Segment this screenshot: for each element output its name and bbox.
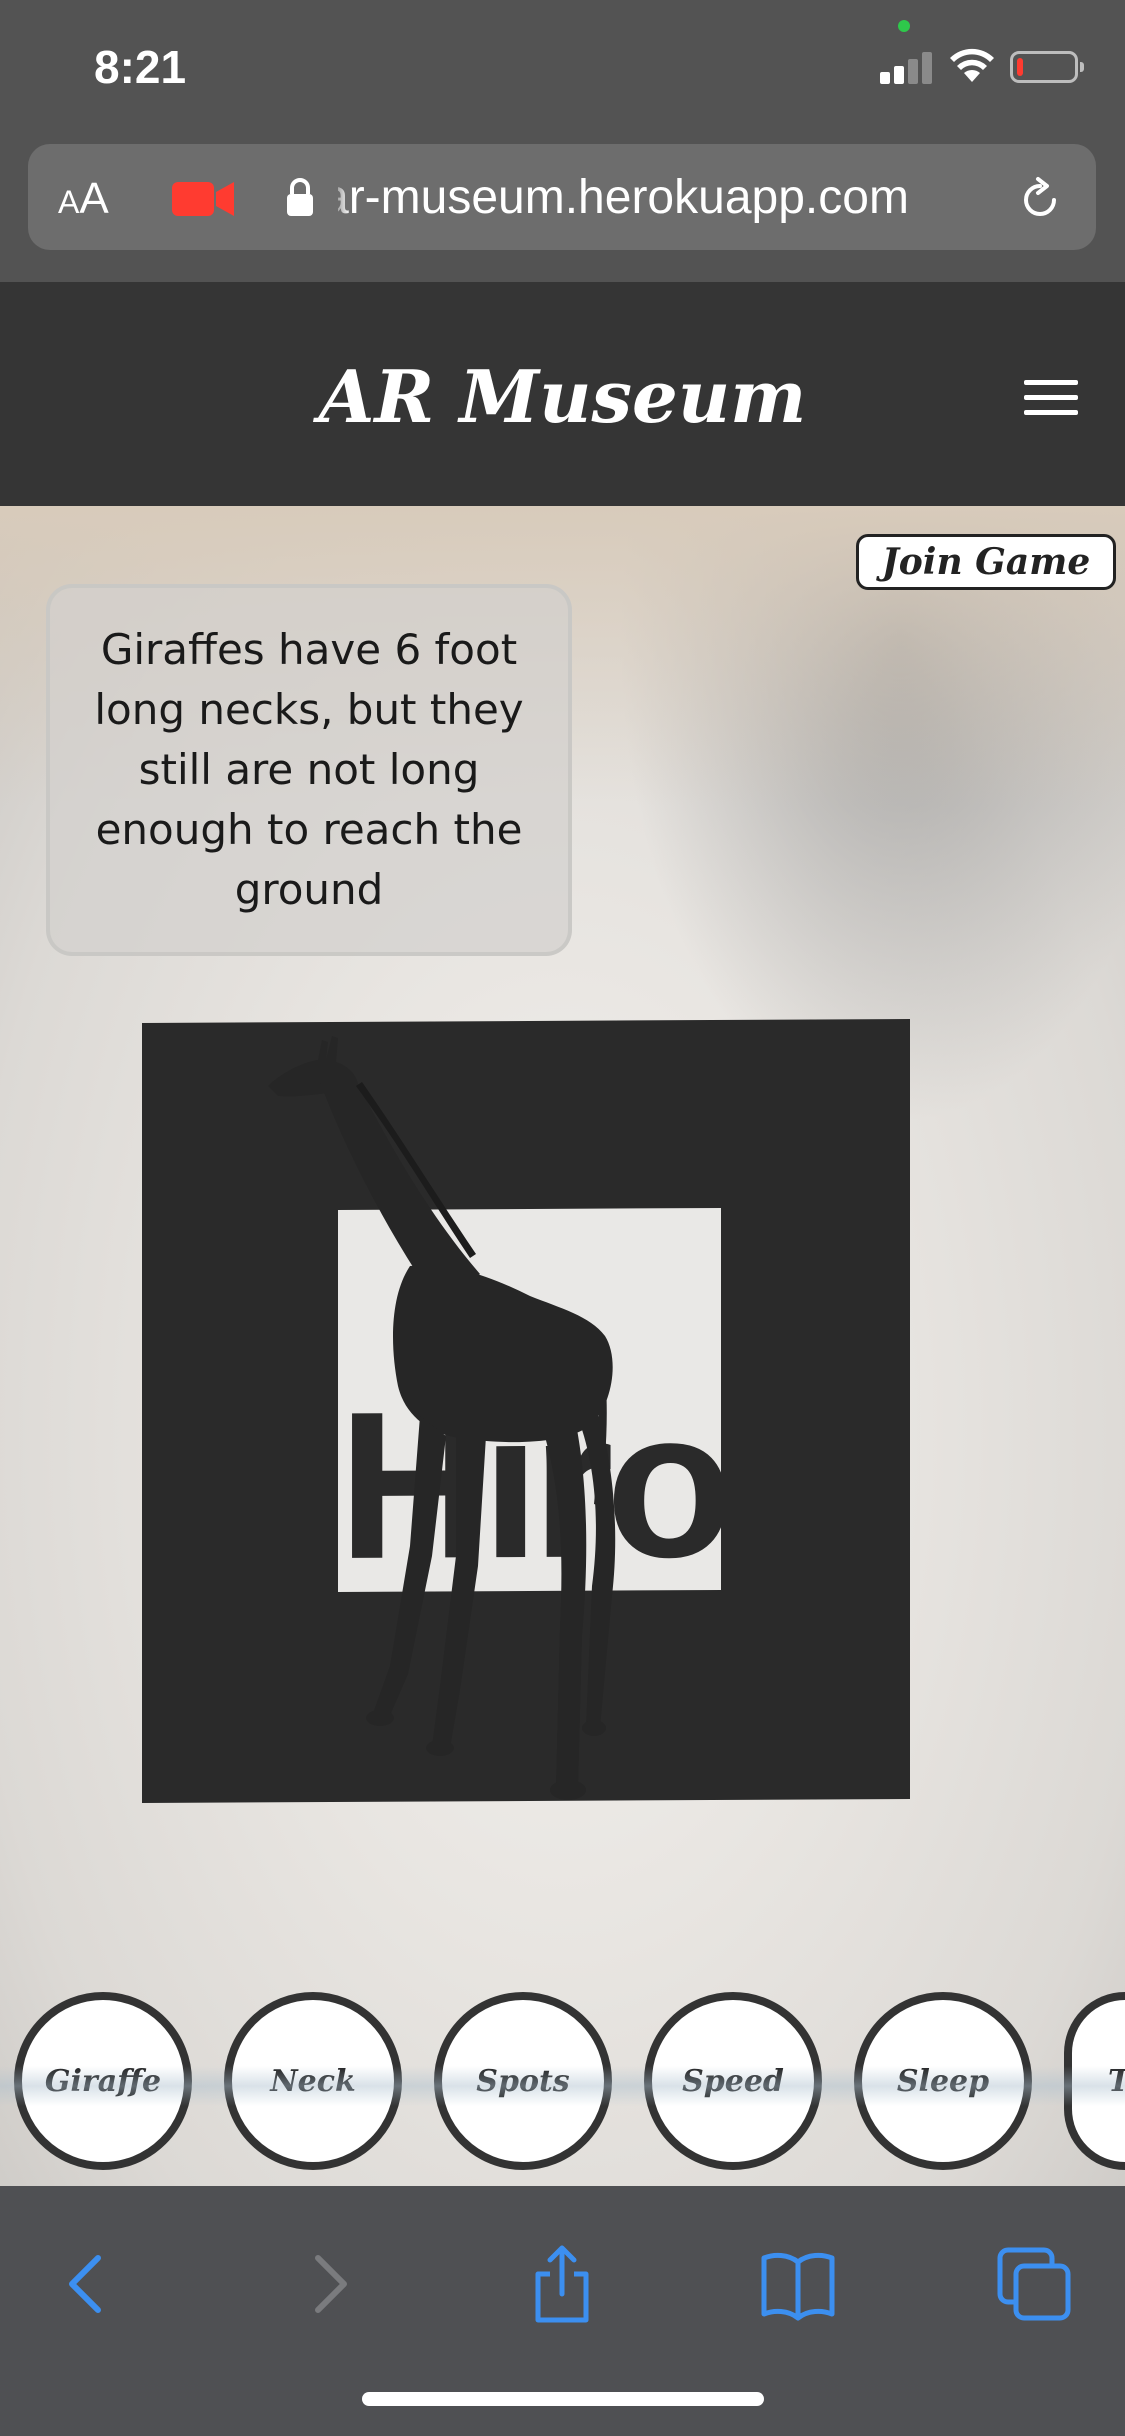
fact-buttons-row: Giraffe Neck Spots Speed Sleep T [0, 1992, 1125, 2172]
url-text[interactable]: ar-museum.herokuapp.com [338, 170, 1028, 226]
status-time: 8:21 [94, 41, 187, 93]
url-fade [330, 176, 350, 222]
giraffe-3d-model [268, 1036, 616, 1800]
camera-in-use-indicator [898, 20, 910, 32]
fact-button-spots[interactable]: Spots [434, 1992, 612, 2170]
site-header: AR Museum [0, 282, 1125, 506]
tabs-icon[interactable] [994, 2244, 1074, 2324]
battery-level [1017, 58, 1023, 76]
aa-small-glyph: A [58, 184, 80, 220]
status-bar: 8:21 [0, 0, 1125, 140]
camera-recording-icon[interactable] [172, 180, 236, 218]
fact-button-neck[interactable]: Neck [224, 1992, 402, 2170]
wifi-icon [950, 48, 994, 82]
fact-button-sleep[interactable]: Sleep [854, 1992, 1032, 2170]
cellular-signal-icon [880, 50, 934, 84]
site-title: AR Museum [318, 354, 807, 439]
fact-button-partial[interactable]: T [1064, 1992, 1125, 2170]
reload-icon[interactable] [1016, 176, 1064, 224]
bookmarks-icon[interactable] [758, 2244, 838, 2324]
fact-button-giraffe[interactable]: Giraffe [14, 1992, 192, 2170]
back-icon[interactable] [48, 2244, 128, 2324]
share-icon[interactable] [522, 2244, 602, 2324]
ar-camera-view[interactable]: Hiro Join Game Giraffes have 6 foot long… [0, 506, 1125, 2186]
aa-large-glyph: A [79, 174, 109, 223]
fact-text: Giraffes have 6 foot long necks, but the… [94, 625, 524, 914]
home-indicator[interactable] [362, 2392, 764, 2406]
browser-address-area: AA ar-museum.herokuapp.com [0, 140, 1125, 282]
battery-icon [1010, 51, 1084, 83]
hamburger-menu-icon[interactable] [1024, 380, 1078, 416]
address-bar[interactable]: AA ar-museum.herokuapp.com [28, 144, 1096, 250]
forward-icon[interactable] [288, 2244, 368, 2324]
fact-card: Giraffes have 6 foot long necks, but the… [46, 584, 572, 956]
lock-icon [287, 178, 313, 216]
url-value: ar-museum.herokuapp.com [338, 171, 909, 224]
text-size-icon[interactable]: AA [58, 174, 109, 224]
join-game-button[interactable]: Join Game [856, 534, 1116, 590]
fact-button-speed[interactable]: Speed [644, 1992, 822, 2170]
